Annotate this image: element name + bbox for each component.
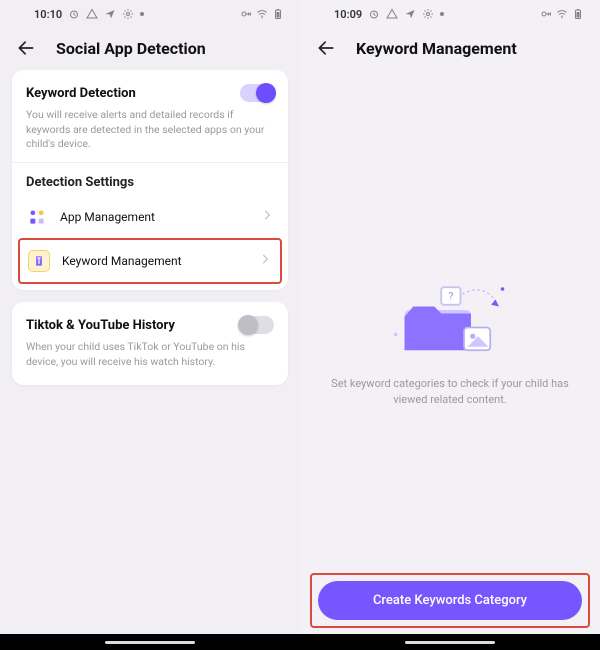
status-gear-icon: [422, 8, 434, 20]
nav-bar: [0, 634, 300, 650]
history-toggle[interactable]: [240, 316, 274, 334]
svg-text:?: ?: [448, 289, 453, 302]
header: Keyword Management: [300, 24, 600, 70]
status-alarm-icon: [368, 8, 380, 20]
row-keyword-management[interactable]: Keyword Management: [28, 240, 272, 282]
status-bar: 10:10: [0, 0, 300, 24]
arrow-left-icon: [16, 38, 36, 58]
status-time: 10:10: [34, 8, 62, 21]
status-dot-icon: [440, 12, 444, 16]
detection-settings-title: Detection Settings: [26, 163, 274, 196]
screen-social-app-detection: 10:10 Social App Detection Keyword Detec…: [0, 0, 300, 650]
empty-state-text: Set keyword categories to check if your …: [328, 376, 572, 409]
back-button[interactable]: [16, 38, 36, 58]
status-vpn-icon: [540, 8, 552, 20]
page-title: Keyword Management: [356, 39, 517, 58]
card-history: Tiktok & YouTube History When your child…: [12, 302, 288, 385]
status-time: 10:09: [334, 8, 362, 21]
status-vpn-icon: [240, 8, 252, 20]
status-wifi-icon: [256, 8, 268, 20]
status-send-icon: [104, 8, 116, 20]
keyword-icon: [28, 250, 50, 272]
history-title: Tiktok & YouTube History: [26, 318, 175, 333]
status-warning-icon: [386, 8, 398, 20]
row-app-management[interactable]: App Management: [26, 196, 274, 238]
chevron-right-icon: [260, 208, 274, 226]
empty-state: ? Set keyword categories to check if you…: [300, 70, 600, 650]
status-send-icon: [404, 8, 416, 20]
keyword-detection-toggle[interactable]: [240, 84, 274, 102]
status-alarm-icon: [68, 8, 80, 20]
status-dot-icon: [140, 12, 144, 16]
card-keyword-detection: Keyword Detection You will receive alert…: [12, 70, 288, 290]
screen-keyword-management: 10:09 Keyword Management ?: [300, 0, 600, 650]
highlight-create-category: Create Keywords Category: [310, 573, 590, 628]
grid-apps-icon: [26, 206, 48, 228]
row-label: App Management: [60, 210, 248, 224]
header: Social App Detection: [0, 24, 300, 70]
status-wifi-icon: [556, 8, 568, 20]
status-bar: 10:09: [300, 0, 600, 24]
back-button[interactable]: [316, 38, 336, 58]
row-label: Keyword Management: [62, 254, 246, 268]
status-gear-icon: [122, 8, 134, 20]
page-title: Social App Detection: [56, 39, 206, 58]
empty-folder-illustration: ?: [380, 272, 520, 362]
status-battery-icon: [272, 8, 284, 20]
status-battery-icon: [572, 8, 584, 20]
keyword-detection-title: Keyword Detection: [26, 86, 136, 101]
nav-bar: [300, 634, 600, 650]
create-keywords-category-button[interactable]: Create Keywords Category: [318, 581, 582, 620]
chevron-right-icon: [258, 252, 272, 270]
arrow-left-icon: [316, 38, 336, 58]
highlight-keyword-management: Keyword Management: [18, 238, 282, 284]
keyword-detection-desc: You will receive alerts and detailed rec…: [26, 108, 274, 162]
status-warning-icon: [86, 8, 98, 20]
history-desc: When your child uses TikTok or YouTube o…: [26, 340, 274, 379]
